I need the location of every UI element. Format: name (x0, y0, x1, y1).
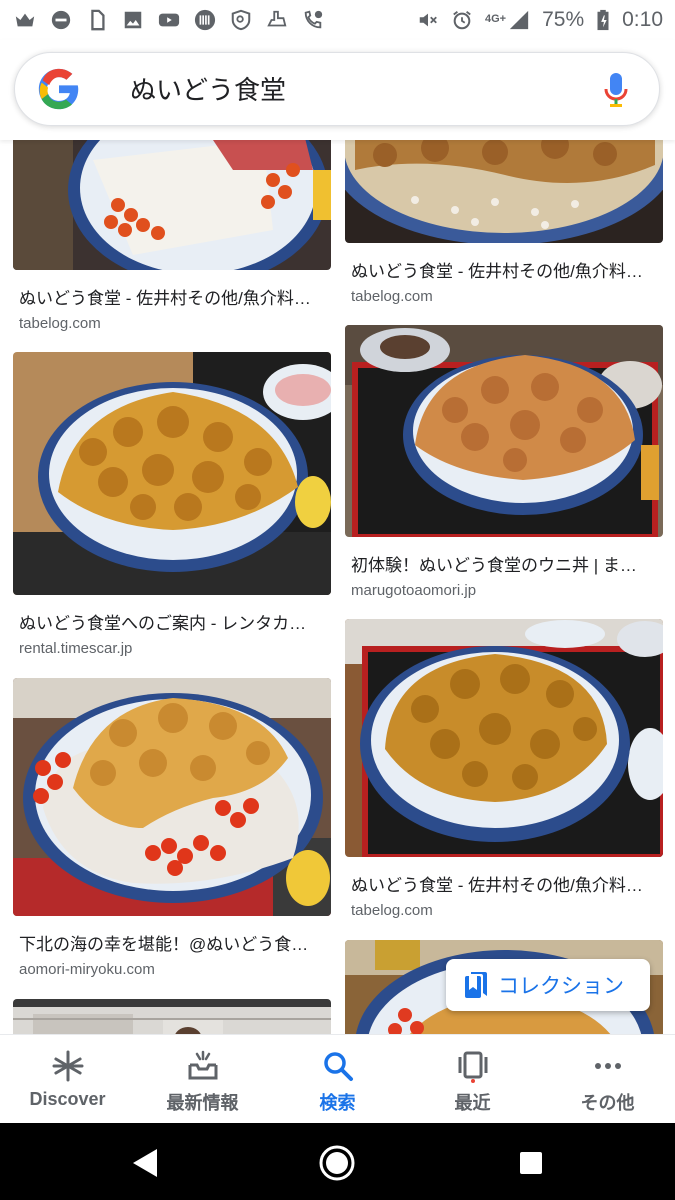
search-icon (321, 1049, 355, 1083)
result-source[interactable]: rental.timescar.jp (13, 640, 331, 657)
tab-label: 最近 (454, 1093, 491, 1113)
alarm-icon (451, 9, 473, 31)
recents-icon[interactable] (511, 1143, 551, 1183)
ticket-icon (194, 9, 216, 31)
image-results-grid: ぬいどう食堂 - 佐井村その他/魚介料… tabelog.com ぬいどう食堂 … (0, 140, 675, 1034)
bookmark-icon (465, 972, 487, 998)
result-card[interactable]: ぬいどう食堂 - 佐井村その他/魚介料… tabelog.com (345, 140, 663, 305)
sim-icon (86, 9, 108, 31)
result-source[interactable]: marugotoaomori.jp (345, 582, 663, 599)
crown-icon (14, 9, 36, 31)
mute-icon (417, 9, 439, 31)
image-icon (122, 9, 144, 31)
result-thumbnail[interactable] (345, 325, 663, 537)
search-header: ぬいどう食堂 (0, 40, 675, 140)
youtube-icon (158, 9, 180, 31)
result-title[interactable]: ぬいどう食堂 - 佐井村その他/魚介料… (345, 257, 657, 282)
collection-label: コレクション (498, 975, 624, 998)
result-title[interactable]: 下北の海の幸を堪能！@ぬいどう食… (13, 930, 325, 955)
signal-indicator: 4G+ (485, 9, 530, 31)
result-card[interactable]: ぬいどう食堂 - 佐井村その他/魚介料… tabelog.com (13, 140, 331, 332)
phone-clock-icon (302, 9, 324, 31)
alarm-hand-icon (266, 9, 288, 31)
recent-icon (456, 1049, 490, 1083)
result-title[interactable]: ぬいどう食堂 - 佐井村その他/魚介料… (13, 284, 325, 309)
result-card[interactable] (13, 999, 331, 1034)
tab-label: 検索 (319, 1093, 356, 1113)
home-icon[interactable] (317, 1143, 357, 1183)
tab-updates[interactable]: 最新情報 (135, 1035, 270, 1123)
search-query[interactable]: ぬいどう食堂 (130, 53, 286, 127)
back-icon[interactable] (125, 1143, 165, 1183)
tab-discover[interactable]: Discover (0, 1035, 135, 1123)
result-card[interactable]: 下北の海の幸を堪能！@ぬいどう食… aomori-miryoku.com (13, 678, 331, 978)
result-thumbnail[interactable] (13, 999, 331, 1034)
search-box[interactable]: ぬいどう食堂 (14, 52, 660, 126)
system-nav-bar (0, 1123, 675, 1200)
result-thumbnail[interactable] (13, 352, 331, 595)
tab-more[interactable]: その他 (540, 1035, 675, 1123)
result-source[interactable]: tabelog.com (345, 902, 663, 919)
updates-icon (186, 1049, 220, 1083)
google-logo[interactable] (37, 67, 81, 111)
battery-percent: 75% (542, 8, 585, 31)
result-card[interactable]: ぬいどう食堂 - 佐井村その他/魚介料… tabelog.com (345, 619, 663, 919)
network-type: 4G+ (484, 13, 507, 25)
result-thumbnail[interactable] (13, 678, 331, 916)
signal-icon (508, 9, 530, 31)
result-card[interactable]: 初体験！ぬいどう食堂のウニ丼 | ま… marugotoaomori.jp (345, 325, 663, 599)
result-source[interactable]: tabelog.com (13, 315, 331, 332)
result-thumbnail[interactable] (345, 140, 663, 243)
tab-label: その他 (580, 1093, 635, 1113)
clock: 0:10 (622, 8, 663, 31)
result-thumbnail[interactable] (345, 619, 663, 857)
result-source[interactable]: aomori-miryoku.com (13, 961, 331, 978)
result-thumbnail[interactable] (13, 140, 331, 270)
tab-recent[interactable]: 最近 (405, 1035, 540, 1123)
minus-circle-icon (50, 9, 72, 31)
asterisk-icon (51, 1049, 85, 1083)
more-icon (591, 1049, 625, 1083)
tab-label: Discover (29, 1089, 106, 1109)
tab-label: 最新情報 (166, 1093, 239, 1113)
result-title[interactable]: ぬいどう食堂へのご案内 - レンタカ… (13, 609, 325, 634)
tab-search[interactable]: 検索 (270, 1035, 405, 1123)
collection-button[interactable]: コレクション (446, 959, 650, 1011)
result-source[interactable]: tabelog.com (345, 288, 663, 305)
result-title[interactable]: ぬいどう食堂 - 佐井村その他/魚介料… (345, 871, 657, 896)
shield-icon (230, 9, 252, 31)
bottom-nav: Discover 最新情報 検索 最近 その他 (0, 1034, 675, 1123)
mic-icon[interactable] (603, 71, 629, 109)
result-title[interactable]: 初体験！ぬいどう食堂のウニ丼 | ま… (345, 551, 657, 576)
result-card[interactable]: ぬいどう食堂へのご案内 - レンタカ… rental.timescar.jp (13, 352, 331, 657)
status-bar: 4G+ 75% 0:10 (0, 0, 675, 40)
battery-icon (596, 9, 610, 31)
